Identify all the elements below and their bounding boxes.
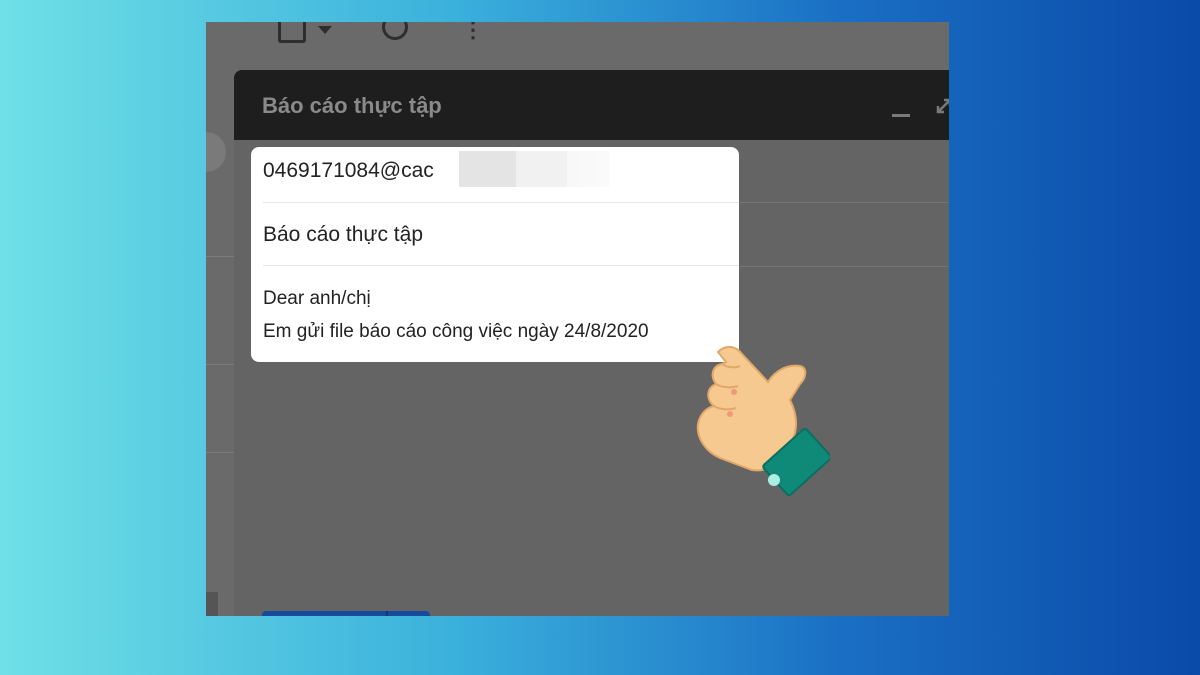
inbox-toolbar: ⋮ [206,22,949,70]
chevron-down-icon[interactable] [318,26,332,34]
divider [206,452,234,453]
divider [206,364,234,365]
divider [263,202,739,203]
subject-field[interactable]: Báo cáo thực tập [263,223,423,247]
more-vert-icon[interactable]: ⋮ [462,22,484,41]
refresh-icon[interactable] [382,22,408,40]
divider [206,256,234,257]
redacted-text [459,151,609,187]
send-options-divider [386,611,388,616]
compose-header: Báo cáo thực tập [234,70,949,140]
email-body-line[interactable]: Dear anh/chị [263,288,371,310]
minimize-icon[interactable] [892,114,910,117]
send-button[interactable] [262,611,430,616]
compose-title: Báo cáo thực tập [262,93,442,118]
recipient-field[interactable]: 0469171084@cac [263,159,434,183]
expand-icon[interactable] [934,96,949,116]
select-checkbox-icon[interactable] [278,22,306,43]
avatar [206,132,226,172]
email-body-line[interactable]: Em gửi file báo cáo công việc ngày 24/8/… [263,321,649,343]
scrollbar[interactable] [206,592,218,616]
divider [263,265,739,266]
highlighted-email-fields: 0469171084@cac Báo cáo thực tập Dear anh… [251,147,739,362]
hand-pointer-icon [696,346,830,497]
